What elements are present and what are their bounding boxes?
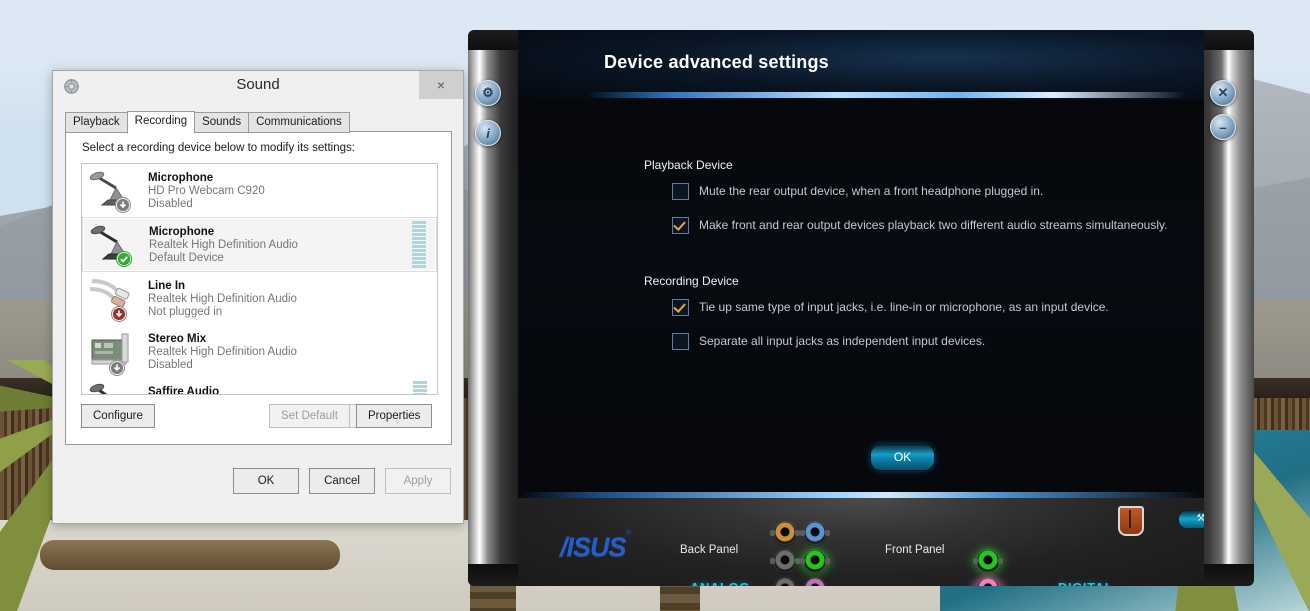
playback-device-section: Playback Device Mute the rear output dev…	[644, 158, 1174, 252]
list-item[interactable]: Line In Realtek High Definition Audio No…	[82, 272, 437, 325]
pillar-foot	[1196, 564, 1254, 586]
front-panel-label: Front Panel	[885, 544, 945, 556]
level-meter	[413, 381, 427, 394]
tab-recording[interactable]: Recording	[126, 111, 196, 134]
asus-logo: /ISUS	[560, 532, 627, 562]
set-default-button[interactable]: Set Default	[269, 404, 350, 428]
ok-button[interactable]: OK	[233, 468, 299, 494]
microphone-icon	[87, 221, 143, 269]
cancel-button[interactable]: Cancel	[309, 468, 375, 494]
option-row[interactable]: Tie up same type of input jacks, i.e. li…	[644, 299, 1174, 316]
device-text: Microphone Realtek High Definition Audio…	[143, 225, 412, 265]
list-item[interactable]: Microphone HD Pro Webcam C920 Disabled	[82, 164, 437, 217]
section-title: Recording Device	[644, 274, 739, 288]
list-item[interactable]: Microphone Realtek High Definition Audio…	[82, 217, 437, 272]
front-green-jack[interactable]	[973, 550, 1003, 572]
close-button[interactable]: ×	[419, 71, 463, 99]
option-label: Mute the rear output device, when a fron…	[699, 184, 1044, 198]
device-text: Microphone HD Pro Webcam C920 Disabled	[142, 171, 437, 211]
header-divider	[586, 92, 1186, 98]
separate-jacks-checkbox[interactable]	[672, 333, 689, 350]
microphone-icon	[86, 381, 142, 394]
sound-card-icon	[86, 328, 142, 376]
asus-trademark: ®	[626, 530, 632, 537]
device-name: Stereo Mix	[148, 332, 207, 345]
realtek-ok-button[interactable]: OK	[870, 444, 935, 471]
realtek-screen: Device advanced settings Playback Device…	[518, 30, 1204, 586]
grey-jack[interactable]	[770, 550, 800, 572]
recording-device-section: Recording Device Tie up same type of inp…	[644, 274, 1174, 368]
device-name: Saffire Audio	[148, 385, 220, 395]
digital-label: DIGITAL	[1058, 580, 1113, 586]
realtek-header: Device advanced settings	[518, 30, 1204, 100]
rca-cable-icon	[86, 275, 142, 323]
microphone-icon	[86, 167, 142, 215]
mute-rear-checkbox[interactable]	[672, 183, 689, 200]
option-row[interactable]: Make front and rear output devices playb…	[644, 217, 1174, 234]
set-default-split-button[interactable]: Set Default ▼	[269, 404, 368, 428]
option-row[interactable]: Mute the rear output device, when a fron…	[644, 183, 1174, 200]
apply-button[interactable]: Apply	[385, 468, 451, 494]
device-name: Microphone	[149, 225, 215, 238]
option-label: Tie up same type of input jacks, i.e. li…	[699, 300, 1109, 314]
wrench-icon[interactable]: ⚒	[1178, 510, 1204, 529]
device-driver: Realtek High Definition Audio	[148, 345, 297, 358]
option-label: Separate all input jacks as independent …	[699, 334, 986, 348]
blue-jack[interactable]	[800, 522, 830, 544]
sound-dialog: Sound × Playback Recording Sounds Commun…	[52, 70, 464, 524]
sound-titlebar[interactable]: Sound ×	[53, 71, 463, 103]
recording-tab-panel: Select a recording device below to modif…	[65, 131, 452, 445]
list-item[interactable]: Stereo Mix Realtek High Definition Audio…	[82, 325, 437, 378]
realtek-hd-audio-manager-window: ⚙ i ✕ – Device advanced settings Playbac…	[466, 22, 1256, 594]
device-list[interactable]: Microphone HD Pro Webcam C920 Disabled M…	[81, 163, 438, 395]
tie-up-jacks-checkbox[interactable]	[672, 299, 689, 316]
device-status: Default Device	[149, 251, 224, 264]
device-text: Saffire Audio Saffire Audio Ready	[142, 385, 413, 395]
device-name: Line In	[148, 279, 186, 292]
device-name: Microphone	[148, 171, 214, 184]
green-jack[interactable]	[800, 550, 830, 572]
device-text: Line In Realtek High Definition Audio No…	[142, 279, 437, 319]
level-meter	[412, 221, 426, 268]
pink-jack[interactable]	[804, 578, 826, 586]
sound-body: Playback Recording Sounds Communications…	[53, 103, 463, 523]
close-icon[interactable]: ✕	[1210, 80, 1236, 106]
tab-sounds[interactable]: Sounds	[194, 112, 250, 133]
orange-jack[interactable]	[770, 522, 800, 544]
device-driver: Realtek High Definition Audio	[148, 292, 297, 305]
connector-panel: /ISUS ® Back Panel Front Panel ANALOG DI…	[518, 498, 1204, 586]
pillar-cap	[1196, 30, 1254, 52]
back-panel-label: Back Panel	[680, 544, 739, 556]
sound-title-text: Sound	[236, 76, 280, 93]
info-icon[interactable]: i	[475, 120, 501, 146]
tab-strip: Playback Recording Sounds Communications	[65, 111, 350, 134]
minimize-icon[interactable]: –	[1210, 114, 1236, 140]
dual-stream-checkbox[interactable]	[672, 217, 689, 234]
page-title: Device advanced settings	[604, 52, 829, 72]
properties-button[interactable]: Properties	[356, 404, 433, 428]
dialog-footer: OK Cancel Apply	[233, 468, 451, 494]
option-label: Make front and rear output devices playb…	[699, 218, 1168, 232]
configure-button[interactable]: Configure	[81, 404, 155, 428]
device-status: Not plugged in	[148, 305, 223, 318]
panel-hint-text: Select a recording device below to modif…	[82, 142, 355, 154]
spdif-jack-icon[interactable]	[1118, 506, 1144, 536]
analog-label: ANALOG	[690, 580, 750, 586]
gear-icon[interactable]: ⚙	[475, 80, 501, 106]
device-status: Disabled	[148, 197, 193, 210]
device-driver: HD Pro Webcam C920	[148, 184, 265, 197]
device-driver: Realtek High Definition Audio	[149, 238, 298, 251]
tab-playback[interactable]: Playback	[65, 112, 128, 133]
front-pink-jack[interactable]	[977, 578, 999, 586]
device-status: Disabled	[148, 358, 193, 371]
grey-jack-2[interactable]	[774, 578, 796, 586]
option-row[interactable]: Separate all input jacks as independent …	[644, 333, 1174, 350]
section-title: Playback Device	[644, 158, 733, 172]
list-item[interactable]: Saffire Audio Saffire Audio Ready	[82, 378, 437, 395]
device-text: Stereo Mix Realtek High Definition Audio…	[142, 332, 437, 372]
tab-communications[interactable]: Communications	[248, 112, 350, 133]
